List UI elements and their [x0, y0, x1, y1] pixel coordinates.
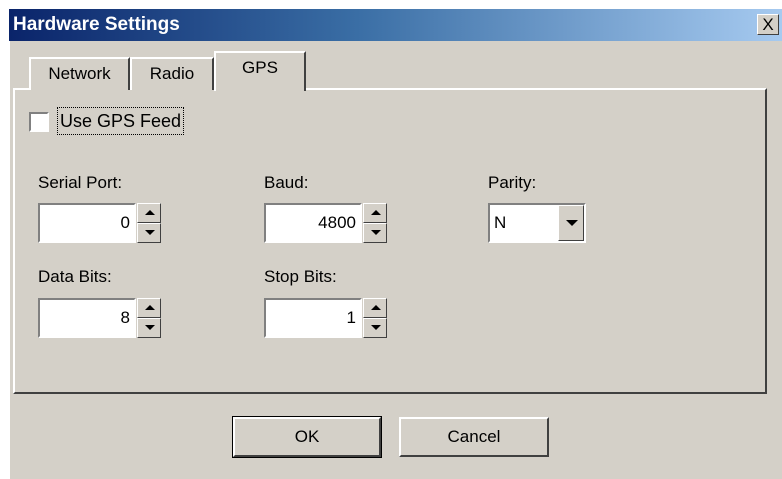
- baud-spinner[interactable]: [363, 203, 387, 243]
- spin-up-arrow-icon: [145, 305, 155, 310]
- spin-up-arrow-icon: [371, 210, 381, 215]
- parity-select[interactable]: N: [488, 203, 586, 243]
- baud-label: Baud:: [264, 173, 309, 192]
- parity-label: Parity:: [488, 173, 537, 192]
- use-gps-feed-label[interactable]: Use GPS Feed: [56, 107, 185, 135]
- use-gps-feed-checkbox[interactable]: [29, 112, 49, 132]
- parity-dropdown-button[interactable]: [558, 205, 584, 241]
- window-title: Hardware Settings: [13, 14, 180, 35]
- spin-down-arrow-icon: [371, 230, 381, 235]
- stop-bits-down-button[interactable]: [363, 318, 387, 338]
- stop-bits-spinner[interactable]: [363, 298, 387, 338]
- stop-bits-input[interactable]: 1: [264, 298, 362, 338]
- close-icon: X: [762, 15, 774, 34]
- spin-down-arrow-icon: [145, 230, 155, 235]
- data-bits-spinner[interactable]: [137, 298, 161, 338]
- tab-radio[interactable]: Radio: [130, 57, 214, 90]
- data-bits-label: Data Bits:: [38, 267, 112, 286]
- stop-bits-label: Stop Bits:: [264, 267, 337, 286]
- spin-up-arrow-icon: [145, 210, 155, 215]
- data-bits-down-button[interactable]: [137, 318, 161, 338]
- tab-network[interactable]: Network: [29, 57, 130, 90]
- tab-network-label: Network: [48, 64, 111, 83]
- tab-gps-label: GPS: [242, 58, 278, 77]
- data-bits-up-button[interactable]: [137, 298, 161, 318]
- chevron-down-icon: [566, 220, 578, 226]
- tab-radio-label: Radio: [149, 64, 195, 83]
- stop-bits-up-button[interactable]: [363, 298, 387, 318]
- serial-port-label: Serial Port:: [38, 173, 123, 192]
- title-bar[interactable]: Hardware Settings X: [9, 9, 782, 41]
- close-button[interactable]: X: [757, 14, 779, 35]
- baud-input[interactable]: 4800: [264, 203, 362, 243]
- serial-port-down-button[interactable]: [137, 223, 161, 243]
- tab-gps[interactable]: GPS: [214, 51, 306, 91]
- spin-down-arrow-icon: [145, 325, 155, 330]
- serial-port-spinner[interactable]: [137, 203, 161, 243]
- spin-up-arrow-icon: [371, 305, 381, 310]
- serial-port-up-button[interactable]: [137, 203, 161, 223]
- ok-button[interactable]: OK: [232, 416, 382, 458]
- parity-value: N: [494, 213, 507, 232]
- cancel-button[interactable]: Cancel: [399, 417, 549, 457]
- data-bits-input[interactable]: 8: [38, 298, 136, 338]
- baud-up-button[interactable]: [363, 203, 387, 223]
- spin-down-arrow-icon: [371, 325, 381, 330]
- baud-down-button[interactable]: [363, 223, 387, 243]
- serial-port-input[interactable]: 0: [38, 203, 136, 243]
